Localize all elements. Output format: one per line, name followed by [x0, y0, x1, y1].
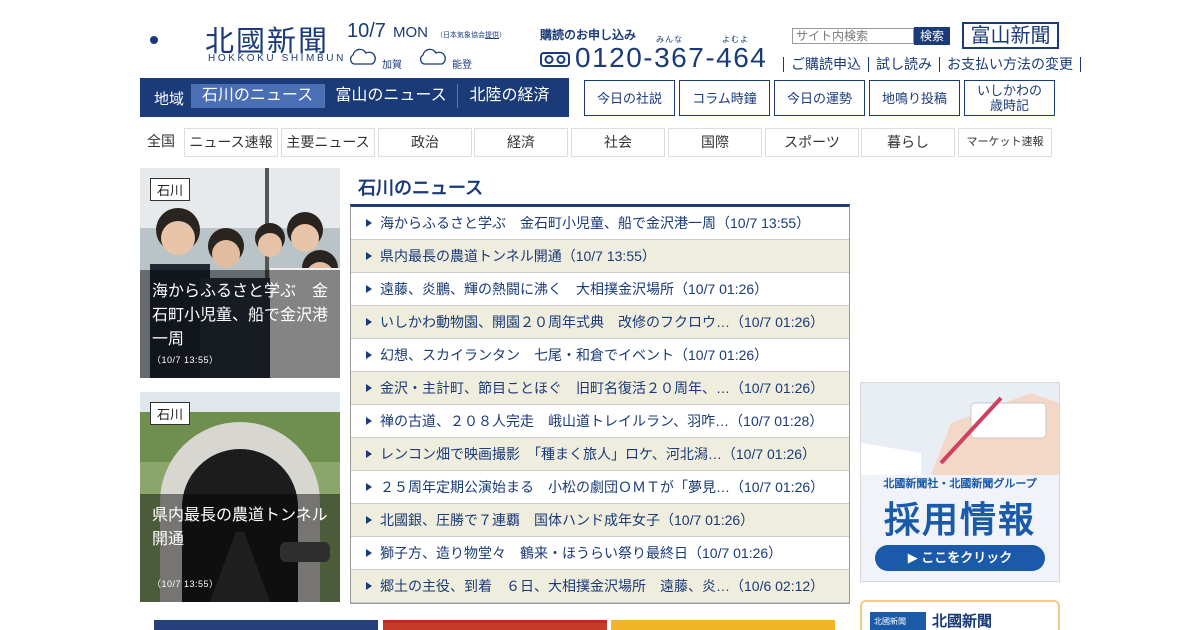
- category-international[interactable]: 国際: [668, 128, 762, 157]
- news-item-text[interactable]: 幻想、スカイランタン 七尾・和倉でイベント（10/7 01:26）: [380, 347, 768, 363]
- trial-read-link[interactable]: 試し読み: [868, 57, 939, 72]
- bullet-arrow-icon: [366, 549, 372, 557]
- news-item-text[interactable]: 郷土の主役、到着 ６日、大相撲金沢場所 遠藤、炎…（10/6 02:12）: [380, 578, 824, 594]
- news-card-photo[interactable]: 石川 海からふるさと学ぶ 金石町小児童、船で金沢港一周 （10/7 13:55）: [140, 168, 340, 378]
- news-item-text[interactable]: 北國銀、圧勝で７連覇 国体ハンド成年女子（10/7 01:26）: [380, 512, 754, 528]
- bullet-arrow-icon: [366, 351, 372, 359]
- payment-change-link[interactable]: お支払い方法の変更: [939, 57, 1081, 72]
- category-politics[interactable]: 政治: [378, 128, 472, 157]
- bullet-arrow-icon: [366, 450, 372, 458]
- reader-post-button[interactable]: 地鳴り投稿: [869, 80, 960, 116]
- news-item[interactable]: 遠藤、炎鵬、輝の熱闘に沸く 大相撲金沢場所（10/7 01:26）: [351, 273, 849, 306]
- region-nav: 地域 石川のニュース 富山のニュース 北陸の経済: [140, 78, 569, 117]
- bullet-arrow-icon: [366, 582, 372, 590]
- category-national[interactable]: 全国: [140, 128, 182, 157]
- news-item[interactable]: 金沢・主計町、節目ことほぐ 旧町名復活２０周年、…（10/7 01:26）: [351, 372, 849, 405]
- recruit-title: 採用情報: [883, 500, 1036, 541]
- header-links: ご購読申込 試し読み お支払い方法の変更: [783, 57, 1081, 72]
- bottom-thumbnail[interactable]: [383, 620, 607, 630]
- subscription-phone[interactable]: 0120-367-464: [575, 42, 767, 74]
- column-jisho-button[interactable]: コラム時鐘: [679, 80, 770, 116]
- editorial-button[interactable]: 今日の社説: [584, 80, 675, 116]
- card-timestamp: （10/7 13:55）: [152, 355, 219, 365]
- news-item[interactable]: ２５周年定期公演始まる 小松の劇団ＯＭＴが「夢見…（10/7 01:26）: [351, 471, 849, 504]
- hand-writing-photo: [861, 383, 1059, 475]
- bullet-arrow-icon: [366, 252, 372, 260]
- tab-hokuriku-economy[interactable]: 北陸の経済: [457, 84, 561, 108]
- bottom-thumbnail[interactable]: [611, 620, 835, 630]
- news-item[interactable]: 幻想、スカイランタン 七尾・和倉でイベント（10/7 01:26）: [351, 339, 849, 372]
- hokkoku-logo-icon[interactable]: [140, 16, 198, 64]
- weather-date: 10/7: [347, 20, 386, 42]
- news-item-text[interactable]: 獅子方、造り物堂々 鶴来・ほうらい祭り最終日（10/7 01:26）: [380, 545, 782, 561]
- card-timestamp: （10/7 13:55）: [152, 579, 219, 589]
- weather-source-suffix: ）: [499, 32, 506, 39]
- bullet-arrow-icon: [366, 384, 372, 392]
- news-item[interactable]: 海からふるさと学ぶ 金石町小児童、船で金沢港一周（10/7 13:55）: [351, 207, 849, 240]
- news-item-text[interactable]: 金沢・主計町、節目ことほぐ 旧町名復活２０周年、…（10/7 01:26）: [380, 380, 824, 396]
- recruit-click-button[interactable]: ▶ ここをクリック: [875, 545, 1045, 571]
- horoscope-button[interactable]: 今日の運勢: [774, 80, 865, 116]
- promo-logo: 北國新聞: [870, 612, 926, 630]
- subscribe-link[interactable]: ご購読申込: [783, 57, 868, 72]
- news-item[interactable]: 北國銀、圧勝で７連覇 国体ハンド成年女子（10/7 01:26）: [351, 504, 849, 537]
- weather-city-kaga: 加賀: [382, 60, 402, 71]
- category-life[interactable]: 暮らし: [861, 128, 955, 157]
- news-item-text[interactable]: ２５周年定期公演始まる 小松の劇団ＯＭＴが「夢見…（10/7 01:26）: [380, 479, 824, 495]
- category-breaking[interactable]: ニュース速報: [184, 128, 278, 157]
- bullet-arrow-icon: [366, 219, 372, 227]
- news-list: 海からふるさと学ぶ 金石町小児童、船で金沢港一周（10/7 13:55） 県内最…: [350, 204, 850, 604]
- bullet-arrow-icon: [366, 483, 372, 491]
- category-society[interactable]: 社会: [571, 128, 665, 157]
- ishikawa-saijiki-button[interactable]: いしかわの 歳時記: [964, 80, 1055, 116]
- weather-source-prefix: （日本気象協会: [436, 32, 485, 39]
- news-item[interactable]: 禅の古道、２０８人完走 峨山道トレイルラン、羽咋…（10/7 01:28）: [351, 405, 849, 438]
- category-sports[interactable]: スポーツ: [765, 128, 859, 157]
- news-item[interactable]: 郷土の主役、到着 ６日、大相撲金沢場所 遠藤、炎…（10/6 02:12）: [351, 570, 849, 603]
- free-dial-icon: [540, 52, 570, 67]
- news-item-text[interactable]: 海からふるさと学ぶ 金石町小児童、船で金沢港一周（10/7 13:55）: [380, 215, 810, 231]
- news-item[interactable]: いしかわ動物園、開園２０周年式典 改修のフクロウ…（10/7 01:26）: [351, 306, 849, 339]
- category-economy[interactable]: 経済: [474, 128, 568, 157]
- weather-city-noto: 能登: [452, 60, 472, 71]
- bullet-arrow-icon: [366, 417, 372, 425]
- region-label: 地域: [154, 91, 185, 108]
- category-top[interactable]: 主要ニュース: [281, 128, 375, 157]
- cloudy-icon: [419, 48, 446, 65]
- bullet-arrow-icon: [366, 318, 372, 326]
- search-button[interactable]: 検索: [914, 27, 950, 45]
- news-item[interactable]: 獅子方、造り物堂々 鶴来・ほうらい祭り最終日（10/7 01:26）: [351, 537, 849, 570]
- card-region-tag: 石川: [150, 178, 191, 201]
- news-item-text[interactable]: レンコン畑で映画撮影 「種まく旅人」ロケ、河北潟…（10/7 01:26）: [380, 446, 816, 462]
- news-item[interactable]: レンコン畑で映画撮影 「種まく旅人」ロケ、河北潟…（10/7 01:26）: [351, 438, 849, 471]
- weather-weekday: MON: [393, 24, 428, 41]
- recruit-subtitle: 北國新聞社・北國新聞グループ: [883, 478, 1037, 490]
- category-market[interactable]: マーケット速報: [958, 128, 1052, 157]
- news-item-text[interactable]: 県内最長の農道トンネル開通（10/7 13:55）: [380, 248, 656, 264]
- card-region-tag: 石川: [150, 402, 191, 425]
- news-card-photo[interactable]: 石川 県内最長の農道トンネル開通 （10/7 13:55）: [140, 392, 340, 602]
- bottom-thumbnail[interactable]: [154, 620, 378, 630]
- subscription-title: 購読のお申し込み: [540, 28, 637, 42]
- news-item-text[interactable]: 禅の古道、２０８人完走 峨山道トレイルラン、羽咋…（10/7 01:28）: [380, 413, 823, 429]
- weather-source: （日本気象協会提供）: [436, 30, 506, 40]
- hokkoku-promo-box[interactable]: 北國新聞 北國新聞: [860, 600, 1060, 630]
- cloudy-icon: [349, 48, 376, 65]
- news-item-text[interactable]: 遠藤、炎鵬、輝の熱闘に沸く 大相撲金沢場所（10/7 01:26）: [380, 281, 768, 297]
- brand-name-en: HOKKOKU SHIMBUN: [208, 53, 346, 64]
- news-section-title: 石川のニュース: [358, 178, 484, 198]
- weather-source-link[interactable]: 提供: [485, 32, 499, 39]
- news-item-text[interactable]: いしかわ動物園、開園２０周年式典 改修のフクロウ…（10/7 01:26）: [380, 314, 824, 330]
- news-item[interactable]: 県内最長の農道トンネル開通（10/7 13:55）: [351, 240, 849, 273]
- bullet-arrow-icon: [366, 285, 372, 293]
- tab-ishikawa-news[interactable]: 石川のニュース: [191, 84, 324, 108]
- tab-toyama-news[interactable]: 富山のニュース: [324, 84, 457, 108]
- bullet-arrow-icon: [366, 516, 372, 524]
- site-search-input[interactable]: [792, 28, 914, 44]
- promo-name: 北國新聞: [932, 613, 993, 630]
- recruit-banner[interactable]: 北國新聞社・北國新聞グループ 採用情報 ▶ ここをクリック: [860, 382, 1060, 582]
- toyama-shimbun-button[interactable]: 富山新聞: [962, 22, 1059, 49]
